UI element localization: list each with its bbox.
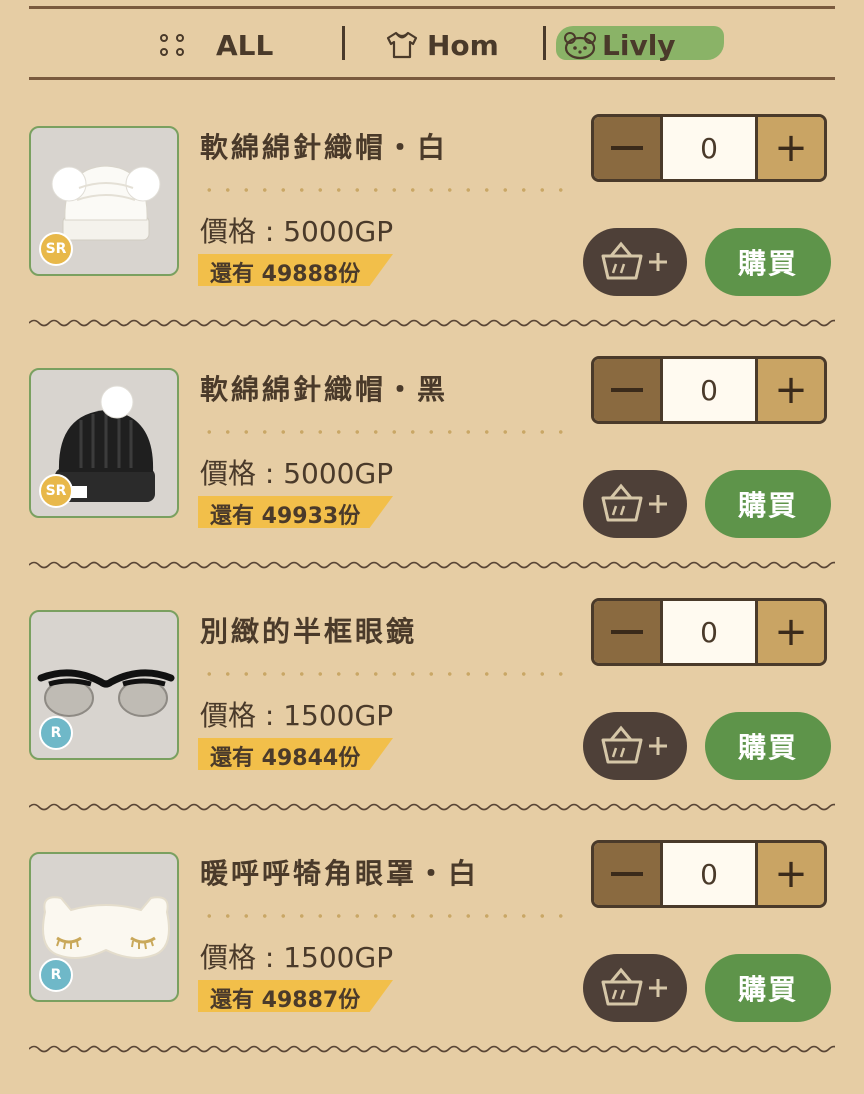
basket-plus-icon (601, 483, 667, 522)
tab-hom[interactable]: Hom (385, 28, 499, 62)
top-rule (29, 6, 835, 9)
header-rule (29, 77, 835, 80)
minus-icon (611, 146, 643, 150)
increase-button[interactable]: + (758, 601, 824, 663)
add-to-cart-button[interactable] (583, 712, 687, 780)
decrease-button[interactable] (594, 117, 660, 179)
plus-icon: + (774, 367, 808, 413)
wavy-divider (29, 803, 835, 811)
wavy-divider (29, 561, 835, 569)
stock-badge: 還有 49933份 (198, 496, 393, 528)
plus-icon: + (774, 125, 808, 171)
tab-divider (543, 26, 546, 60)
basket-plus-icon (601, 241, 667, 280)
tab-all[interactable]: ALL (160, 28, 273, 62)
tab-label: ALL (216, 28, 274, 62)
stock-count: 還有 49844份 (210, 746, 361, 771)
plus-icon: + (774, 851, 808, 897)
shop-item: SR 軟綿綿針織帽・白 價格 : 5000GP 還有 49888份 0 + 購買 (0, 114, 864, 368)
decrease-button[interactable] (594, 843, 660, 905)
item-name: 軟綿綿針織帽・白 (200, 131, 449, 164)
shop-item: SR 軟綿綿針織帽・黑 價格 : 5000GP 還有 49933份 0 + 購買 (0, 356, 864, 610)
item-thumbnail[interactable]: SR (29, 126, 179, 276)
buy-button[interactable]: 購買 (705, 954, 831, 1022)
wavy-divider (29, 1045, 835, 1053)
shop-item: R 別緻的半框眼鏡 價格 : 1500GP 還有 49844份 0 + 購買 (0, 598, 864, 852)
quantity-stepper: 0 + (591, 356, 827, 424)
stock-badge: 還有 49887份 (198, 980, 393, 1012)
item-price: 價格 : 1500GP (200, 941, 394, 974)
minus-icon (611, 872, 643, 876)
plus-icon: + (774, 609, 808, 655)
buy-button[interactable]: 購買 (705, 712, 831, 780)
shirt-icon (386, 31, 418, 59)
stock-count: 還有 49887份 (210, 988, 361, 1013)
tab-label: Livly (602, 28, 676, 62)
rarity-badge: SR (39, 474, 73, 508)
quantity-stepper: 0 + (591, 840, 827, 908)
add-to-cart-button[interactable] (583, 954, 687, 1022)
stock-badge: 還有 49888份 (198, 254, 393, 286)
quantity-value[interactable]: 0 (660, 359, 758, 421)
item-name: 暖呼呼犄角眼罩・白 (200, 857, 480, 890)
quantity-value[interactable]: 0 (660, 601, 758, 663)
category-tabs: ALL Hom Livly (0, 10, 864, 78)
tab-divider (342, 26, 345, 60)
add-to-cart-button[interactable] (583, 228, 687, 296)
quantity-stepper: 0 + (591, 114, 827, 182)
grid-dots-icon (160, 34, 186, 56)
dotted-divider (200, 188, 575, 192)
rarity-badge: SR (39, 232, 73, 266)
minus-icon (611, 388, 643, 392)
stock-badge: 還有 49844份 (198, 738, 393, 770)
item-thumbnail[interactable]: R (29, 852, 179, 1002)
buy-button[interactable]: 購買 (705, 470, 831, 538)
stock-count: 還有 49888份 (210, 262, 361, 287)
increase-button[interactable]: + (758, 359, 824, 421)
quantity-value[interactable]: 0 (660, 117, 758, 179)
rarity-badge: R (39, 716, 73, 750)
buy-button[interactable]: 購買 (705, 228, 831, 296)
rarity-badge: R (39, 958, 73, 992)
item-name: 別緻的半框眼鏡 (200, 615, 418, 648)
item-thumbnail[interactable]: R (29, 610, 179, 760)
shop-item: R 暖呼呼犄角眼罩・白 價格 : 1500GP 還有 49887份 0 + 購買 (0, 840, 864, 1094)
tab-label: Hom (427, 28, 499, 62)
tab-livly[interactable]: Livly (556, 26, 724, 62)
item-price: 價格 : 5000GP (200, 457, 394, 490)
dotted-divider (200, 914, 575, 918)
wavy-divider (29, 319, 835, 327)
basket-plus-icon (601, 725, 667, 764)
minus-icon (611, 630, 643, 634)
livly-face-icon (564, 32, 596, 60)
dotted-divider (200, 430, 575, 434)
increase-button[interactable]: + (758, 843, 824, 905)
quantity-value[interactable]: 0 (660, 843, 758, 905)
item-price: 價格 : 1500GP (200, 699, 394, 732)
item-name: 軟綿綿針織帽・黑 (200, 373, 449, 406)
add-to-cart-button[interactable] (583, 470, 687, 538)
item-price: 價格 : 5000GP (200, 215, 394, 248)
increase-button[interactable]: + (758, 117, 824, 179)
item-thumbnail[interactable]: SR (29, 368, 179, 518)
basket-plus-icon (601, 967, 667, 1006)
quantity-stepper: 0 + (591, 598, 827, 666)
dotted-divider (200, 672, 575, 676)
decrease-button[interactable] (594, 601, 660, 663)
decrease-button[interactable] (594, 359, 660, 421)
stock-count: 還有 49933份 (210, 504, 361, 529)
